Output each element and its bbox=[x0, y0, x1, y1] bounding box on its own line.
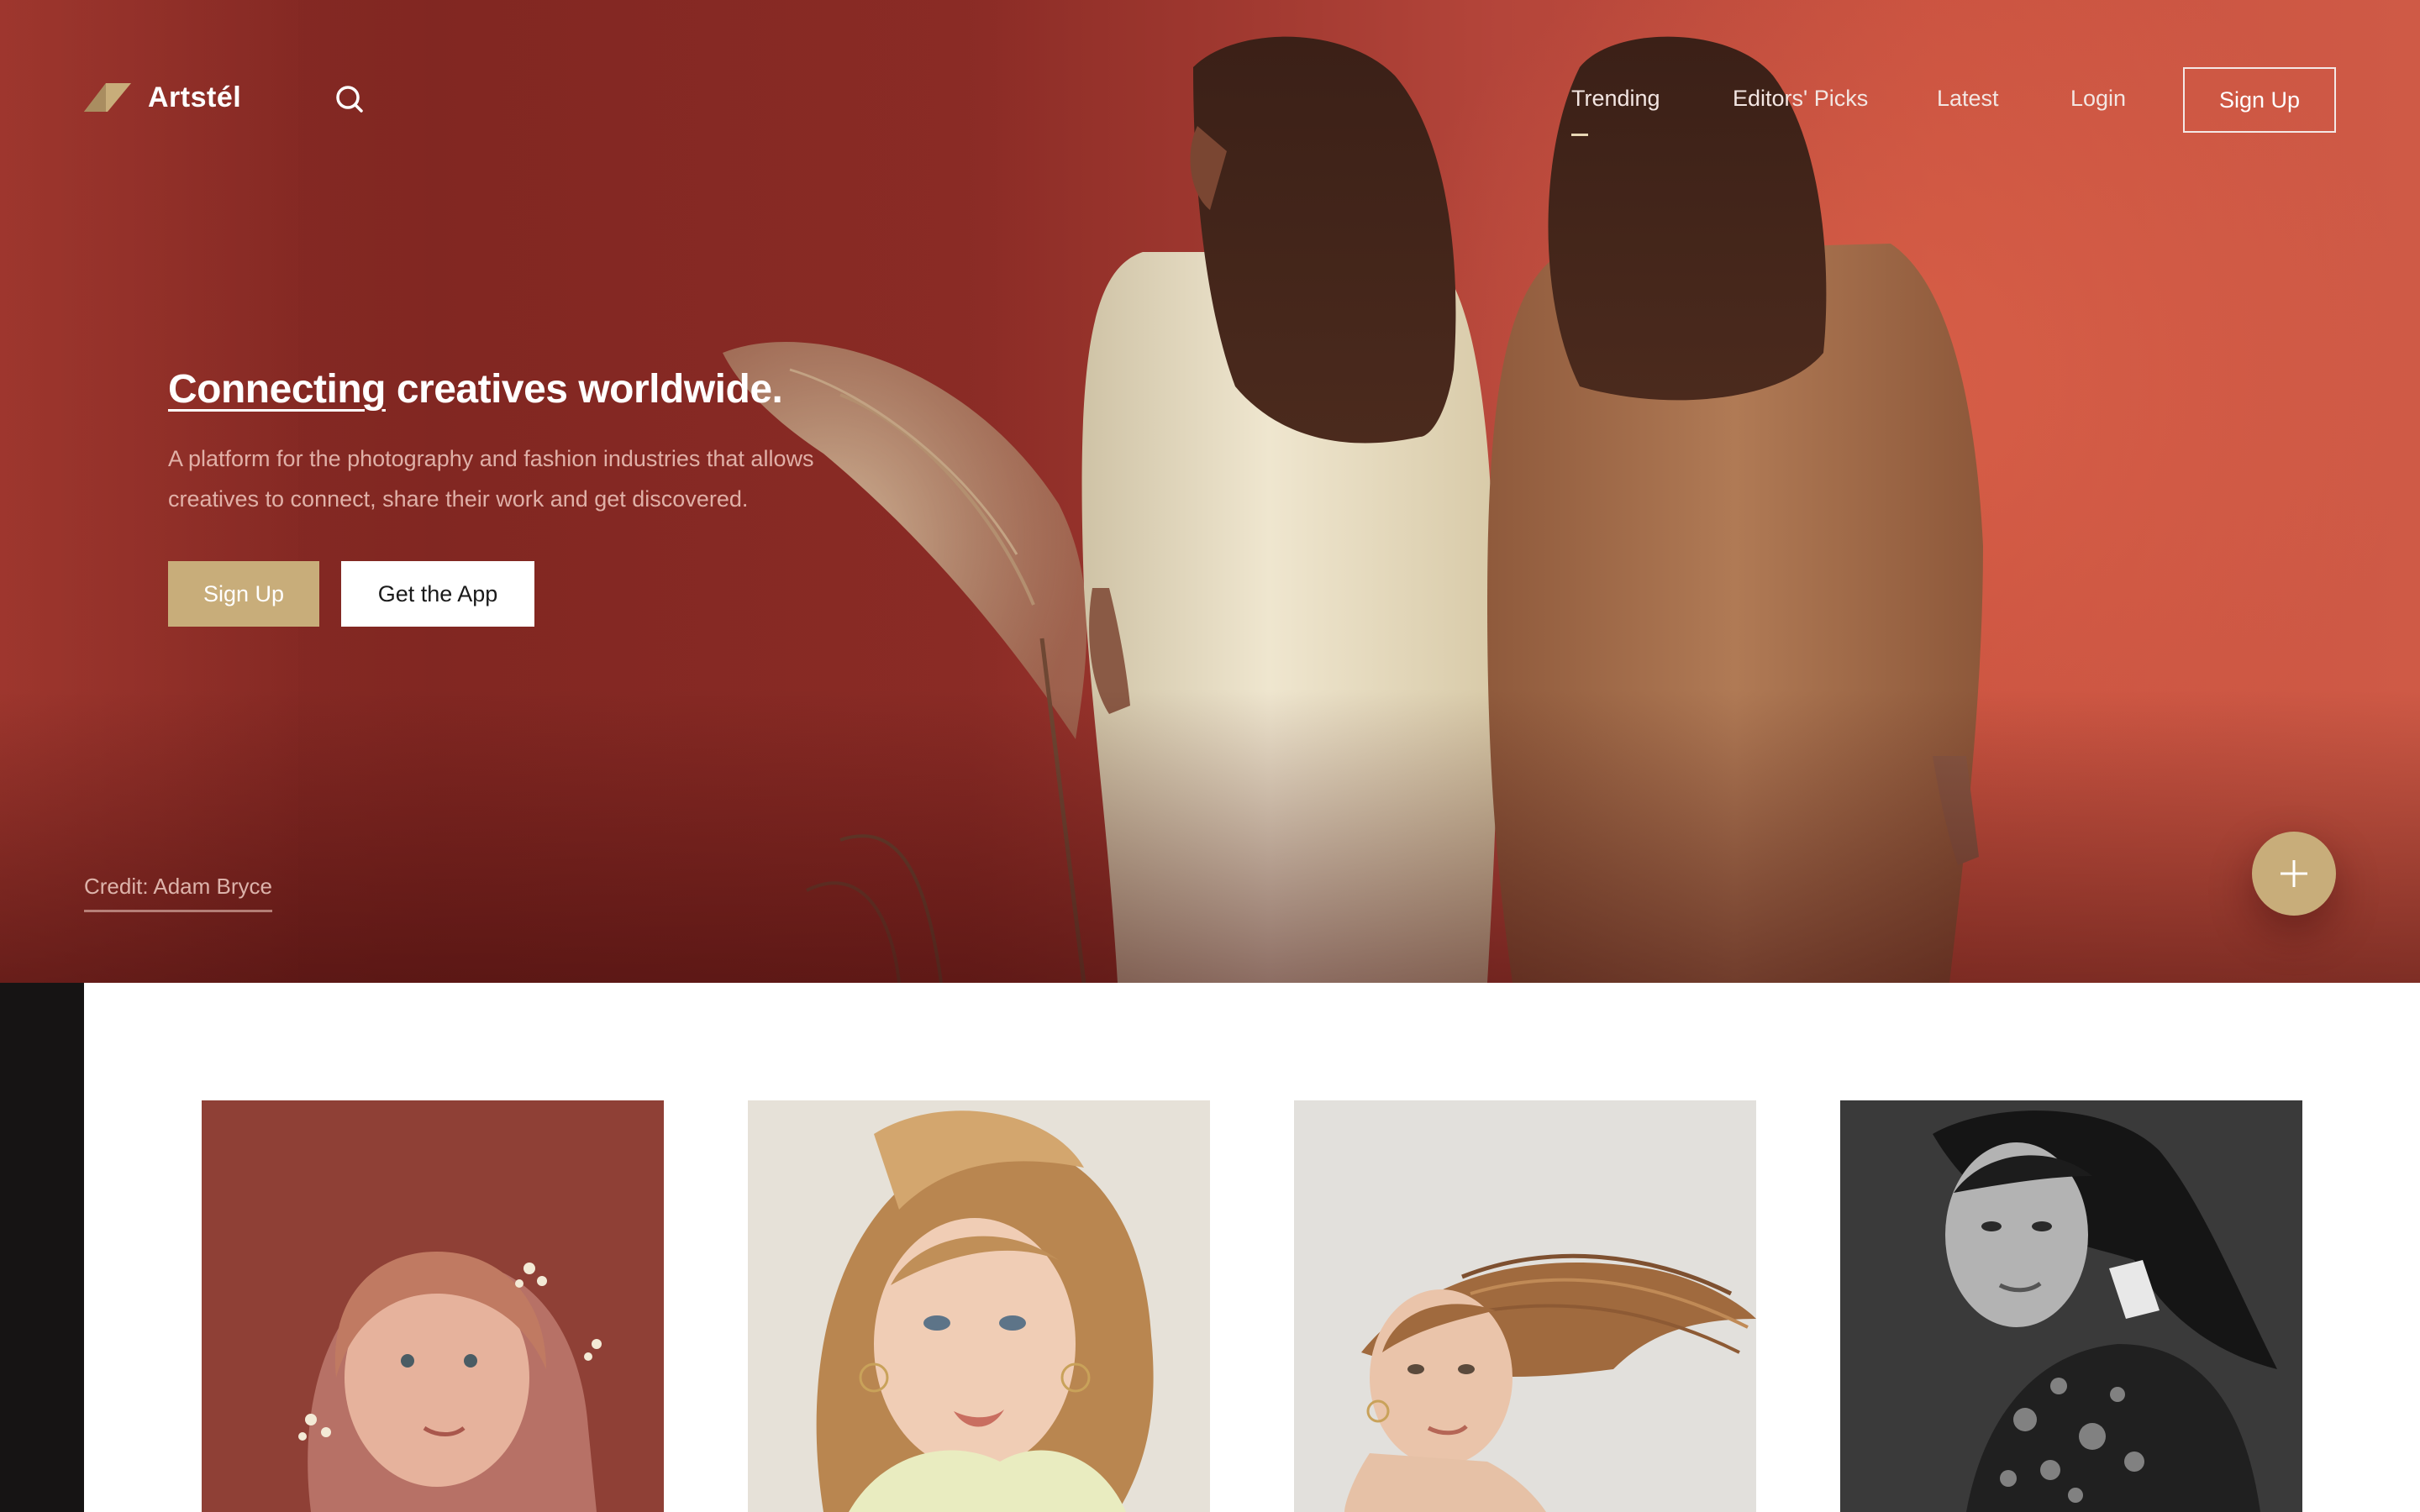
windblown-hair-portrait bbox=[1294, 1100, 1756, 1512]
gallery-card-4[interactable] bbox=[1840, 1100, 2302, 1512]
nav-link-login[interactable]: Login bbox=[2070, 86, 2126, 112]
plus-icon bbox=[2281, 860, 2307, 887]
gallery-card-1[interactable] bbox=[202, 1100, 664, 1512]
gallery-card-2[interactable] bbox=[748, 1100, 1210, 1512]
gallery-section bbox=[84, 983, 2420, 1512]
nav-link-editors-picks[interactable]: Editors' Picks bbox=[1733, 86, 1868, 112]
nav-link-latest[interactable]: Latest bbox=[1937, 86, 1999, 112]
hero-signup-button[interactable]: Sign Up bbox=[168, 561, 319, 627]
search-icon[interactable] bbox=[334, 84, 365, 114]
hero-section: Artstél Trending Editors' Picks Latest L… bbox=[0, 0, 2420, 983]
hero-title-highlight: Connecting bbox=[168, 367, 386, 412]
get-the-app-button[interactable]: Get the App bbox=[341, 561, 534, 627]
brand-logo[interactable]: Artstél bbox=[84, 81, 241, 114]
artstel-logo-icon bbox=[84, 83, 131, 112]
blonde-model-portrait bbox=[748, 1100, 1210, 1512]
hero-subtitle-line-2: creatives to connect, share their work a… bbox=[168, 486, 749, 512]
nav-link-trending[interactable]: Trending bbox=[1571, 86, 1660, 112]
nav-active-indicator bbox=[1571, 134, 1588, 136]
monochrome-model-portrait bbox=[1840, 1100, 2302, 1512]
hero-title: Connecting creatives worldwide. bbox=[168, 366, 783, 412]
gallery-card-3[interactable] bbox=[1294, 1100, 1756, 1512]
hero-subtitle: A platform for the photography and fashi… bbox=[168, 438, 924, 519]
add-button[interactable] bbox=[2252, 832, 2336, 916]
brand-name: Artstél bbox=[148, 81, 242, 113]
hero-title-rest: creatives worldwide. bbox=[385, 367, 783, 412]
girl-with-flowers-portrait bbox=[202, 1100, 664, 1512]
photo-credit-link[interactable]: Credit: Adam Bryce bbox=[84, 874, 272, 912]
hero-subtitle-line-1: A platform for the photography and fashi… bbox=[168, 446, 814, 471]
nav-signup-button[interactable]: Sign Up bbox=[2183, 67, 2336, 133]
